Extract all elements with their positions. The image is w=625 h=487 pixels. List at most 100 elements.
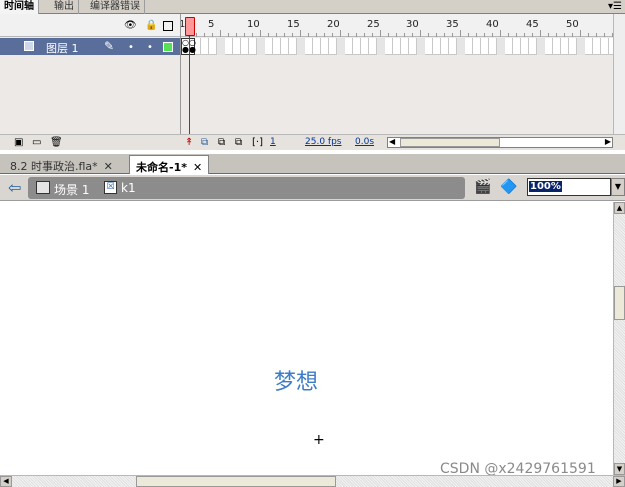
panel-menu-icon[interactable]: ▾☰	[608, 0, 622, 13]
scroll-right-icon[interactable]: ▶	[605, 137, 611, 146]
frame-cell-shade	[417, 38, 425, 55]
doc-tab-untitled[interactable]: 未命名-1* ✕	[129, 155, 210, 174]
ruler-tick	[236, 33, 237, 37]
ruler-tick	[396, 33, 397, 37]
frames-grid[interactable]	[184, 38, 613, 55]
onion-skin-icon[interactable]: ⧉	[201, 137, 208, 148]
frame-ruler[interactable]: 5 10 15 20 25 30 35 40 45 50	[184, 14, 613, 37]
ruler-tick	[572, 33, 573, 37]
stage-hscroll-thumb[interactable]	[136, 476, 336, 487]
ruler-tick	[356, 33, 357, 37]
elapsed-time: 0.0s	[355, 137, 375, 147]
close-icon[interactable]: ✕	[193, 161, 202, 174]
ruler-tick	[364, 33, 365, 37]
timeline-hscroll-thumb[interactable]	[400, 138, 500, 147]
doc-tab-sizheng[interactable]: 8.2 时事政治.fla* ✕	[4, 155, 119, 174]
ruler-tick	[252, 33, 253, 37]
new-folder-icon[interactable]: ▭	[32, 137, 41, 148]
keyframe[interactable]: ○○●●	[181, 38, 196, 55]
ruler-tick	[420, 30, 421, 37]
ruler-tick	[484, 33, 485, 37]
stage[interactable]: 梦想 + CSDN @x2429761591	[0, 202, 613, 477]
breadcrumb-scene[interactable]: 场景 1	[54, 181, 89, 198]
frame-number: 35	[446, 19, 459, 30]
zoom-input[interactable]: 100%	[527, 178, 611, 196]
timeline-header: 👁 🔒 1 5 10 15 20 25 30 35 40 45 50	[0, 14, 613, 37]
frame-cell-shade	[537, 38, 545, 55]
layer-outline-color[interactable]	[163, 42, 173, 52]
new-layer-icon[interactable]: ▣	[14, 137, 23, 148]
ruler-tick	[588, 33, 589, 37]
scroll-up-icon[interactable]: ▲	[614, 202, 625, 214]
scroll-left-icon[interactable]: ◀	[389, 137, 395, 146]
frame-cell-shade	[457, 38, 465, 55]
ruler-tick	[340, 30, 341, 37]
eye-icon[interactable]: 👁	[124, 21, 137, 31]
stage-hscroll[interactable]: ◀ ▶	[0, 475, 625, 487]
breadcrumb-symbol[interactable]: k1	[121, 181, 136, 195]
edit-scene-icon[interactable]: 🎬	[474, 179, 491, 195]
edit-multiple-frames-icon[interactable]: ⧉	[235, 137, 242, 148]
zoom-dropdown-icon[interactable]: ▼	[611, 178, 625, 196]
frame-cell-shade	[217, 38, 225, 55]
ruler-tick	[476, 33, 477, 37]
ruler-tick	[428, 33, 429, 37]
scroll-right-icon[interactable]: ▶	[613, 476, 625, 487]
lock-dot[interactable]: •	[147, 42, 153, 53]
ruler-tick	[404, 33, 405, 37]
center-frame-icon[interactable]: ↟	[185, 137, 193, 148]
frame-cell-shade	[577, 38, 585, 55]
stage-vscroll[interactable]: ▲ ▼	[613, 202, 625, 475]
ruler-tick	[468, 33, 469, 37]
frame-cell-shade	[497, 38, 505, 55]
breadcrumb: 场景 1 ☒ k1	[28, 177, 465, 199]
layer-name[interactable]: 图层 1	[46, 40, 79, 56]
stage-text[interactable]: 梦想	[274, 364, 318, 396]
back-arrow-icon[interactable]: ⇦	[8, 178, 21, 197]
ruler-tick	[300, 30, 301, 37]
scroll-down-icon[interactable]: ▼	[614, 463, 625, 475]
ruler-tick	[436, 33, 437, 37]
onion-markers-icon[interactable]: [·]	[252, 137, 263, 148]
ruler-tick	[596, 33, 597, 37]
ruler-tick	[540, 30, 541, 37]
ruler-tick	[500, 30, 501, 37]
frame-number: 50	[566, 19, 579, 30]
layer-row[interactable]: 图层 1 ✎ • •	[0, 38, 180, 55]
ruler-tick	[532, 33, 533, 37]
ruler-tick	[260, 30, 261, 37]
tab-compiler-errors[interactable]: 编译器错误	[86, 0, 145, 14]
onion-outline-icon[interactable]: ⧉	[218, 137, 225, 148]
ruler-tick	[212, 33, 213, 37]
lock-icon[interactable]: 🔒	[145, 21, 157, 31]
ruler-tick	[380, 30, 381, 37]
close-icon[interactable]: ✕	[104, 160, 113, 173]
tab-output[interactable]: 输出	[50, 0, 79, 14]
frame-number: 30	[406, 19, 419, 30]
tab-timeline[interactable]: 时间轴	[0, 0, 39, 14]
stage-vscroll-thumb[interactable]	[614, 286, 625, 320]
delete-icon[interactable]: 🗑	[50, 137, 63, 148]
ruler-tick	[524, 33, 525, 37]
current-frame: 1	[270, 137, 276, 147]
outline-icon[interactable]	[163, 21, 173, 31]
ruler-tick	[220, 30, 221, 37]
playhead[interactable]	[185, 17, 195, 36]
ruler-tick	[292, 33, 293, 37]
visibility-dot[interactable]: •	[128, 42, 134, 53]
ruler-tick	[276, 33, 277, 37]
timeline-vscroll[interactable]	[613, 14, 625, 138]
frame-rate[interactable]: 25.0 fps	[305, 137, 341, 147]
ruler-tick	[284, 33, 285, 37]
edit-symbols-icon[interactable]: 🔷	[500, 179, 517, 195]
scene-icon	[36, 181, 50, 194]
ruler-tick	[580, 30, 581, 37]
playhead-line	[189, 36, 190, 138]
scroll-left-icon[interactable]: ◀	[0, 476, 12, 487]
ruler-tick	[308, 33, 309, 37]
timeline-hscroll[interactable]: ◀ ▶	[387, 137, 613, 148]
doc-tab-label: 未命名-1*	[136, 161, 187, 174]
ruler-tick	[348, 33, 349, 37]
layer-frame-divider[interactable]	[180, 14, 181, 150]
ruler-tick	[268, 33, 269, 37]
